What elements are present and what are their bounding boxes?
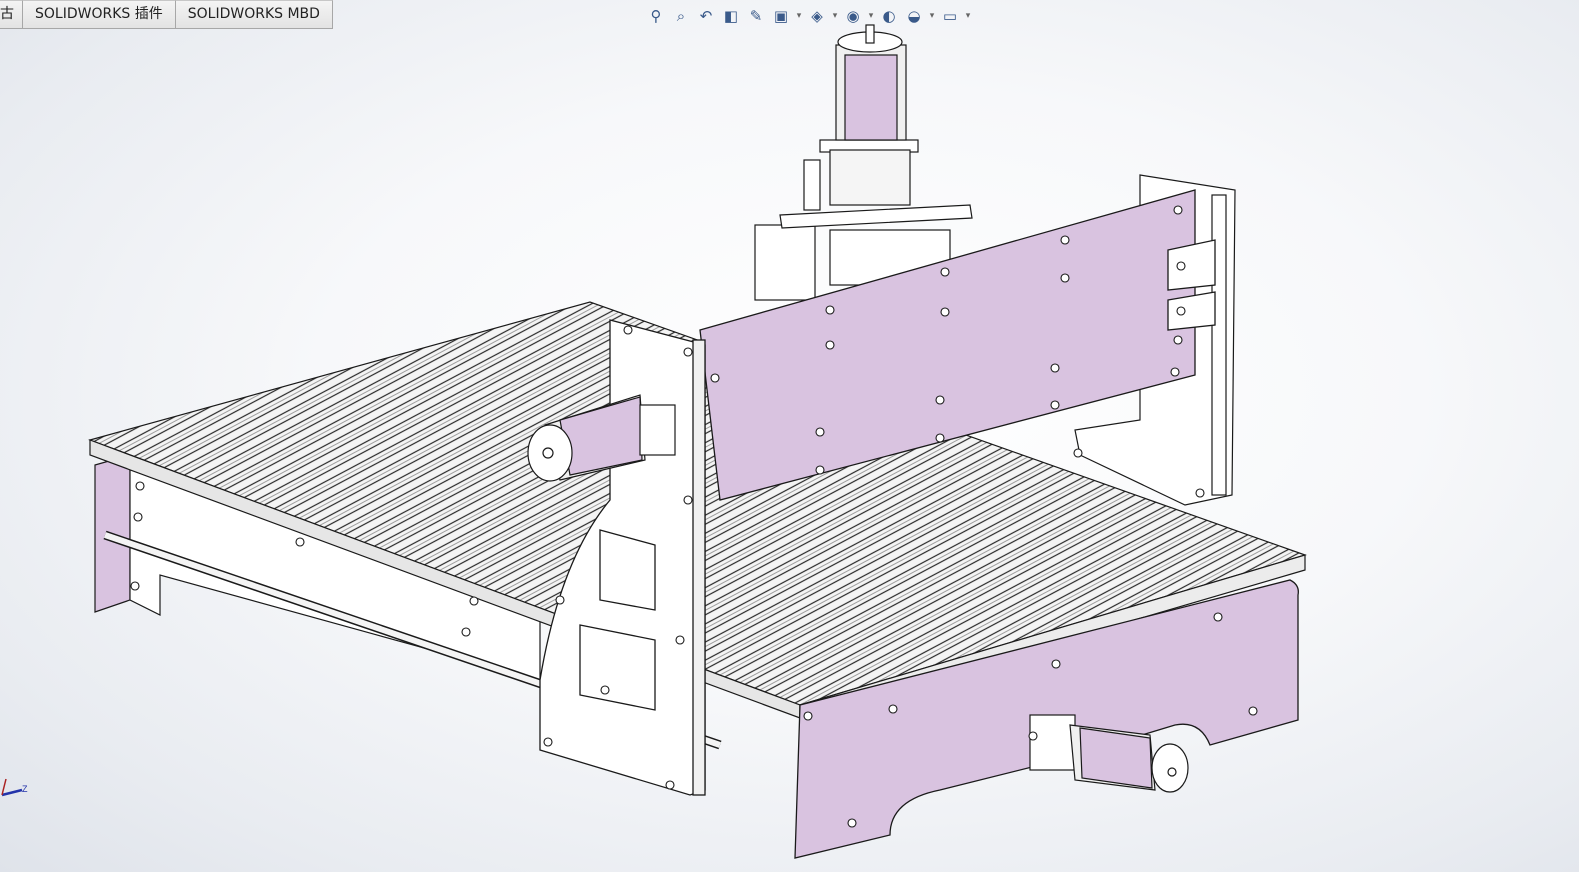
- coordinate-triad: Z: [1, 778, 28, 797]
- z-axis-assembly: [754, 24, 973, 301]
- z-axis-label: Z: [22, 784, 28, 794]
- cnc-router-assembly-model[interactable]: [0, 0, 1579, 872]
- z-axis-line: [1, 788, 23, 797]
- y-axis-line: [1, 778, 7, 796]
